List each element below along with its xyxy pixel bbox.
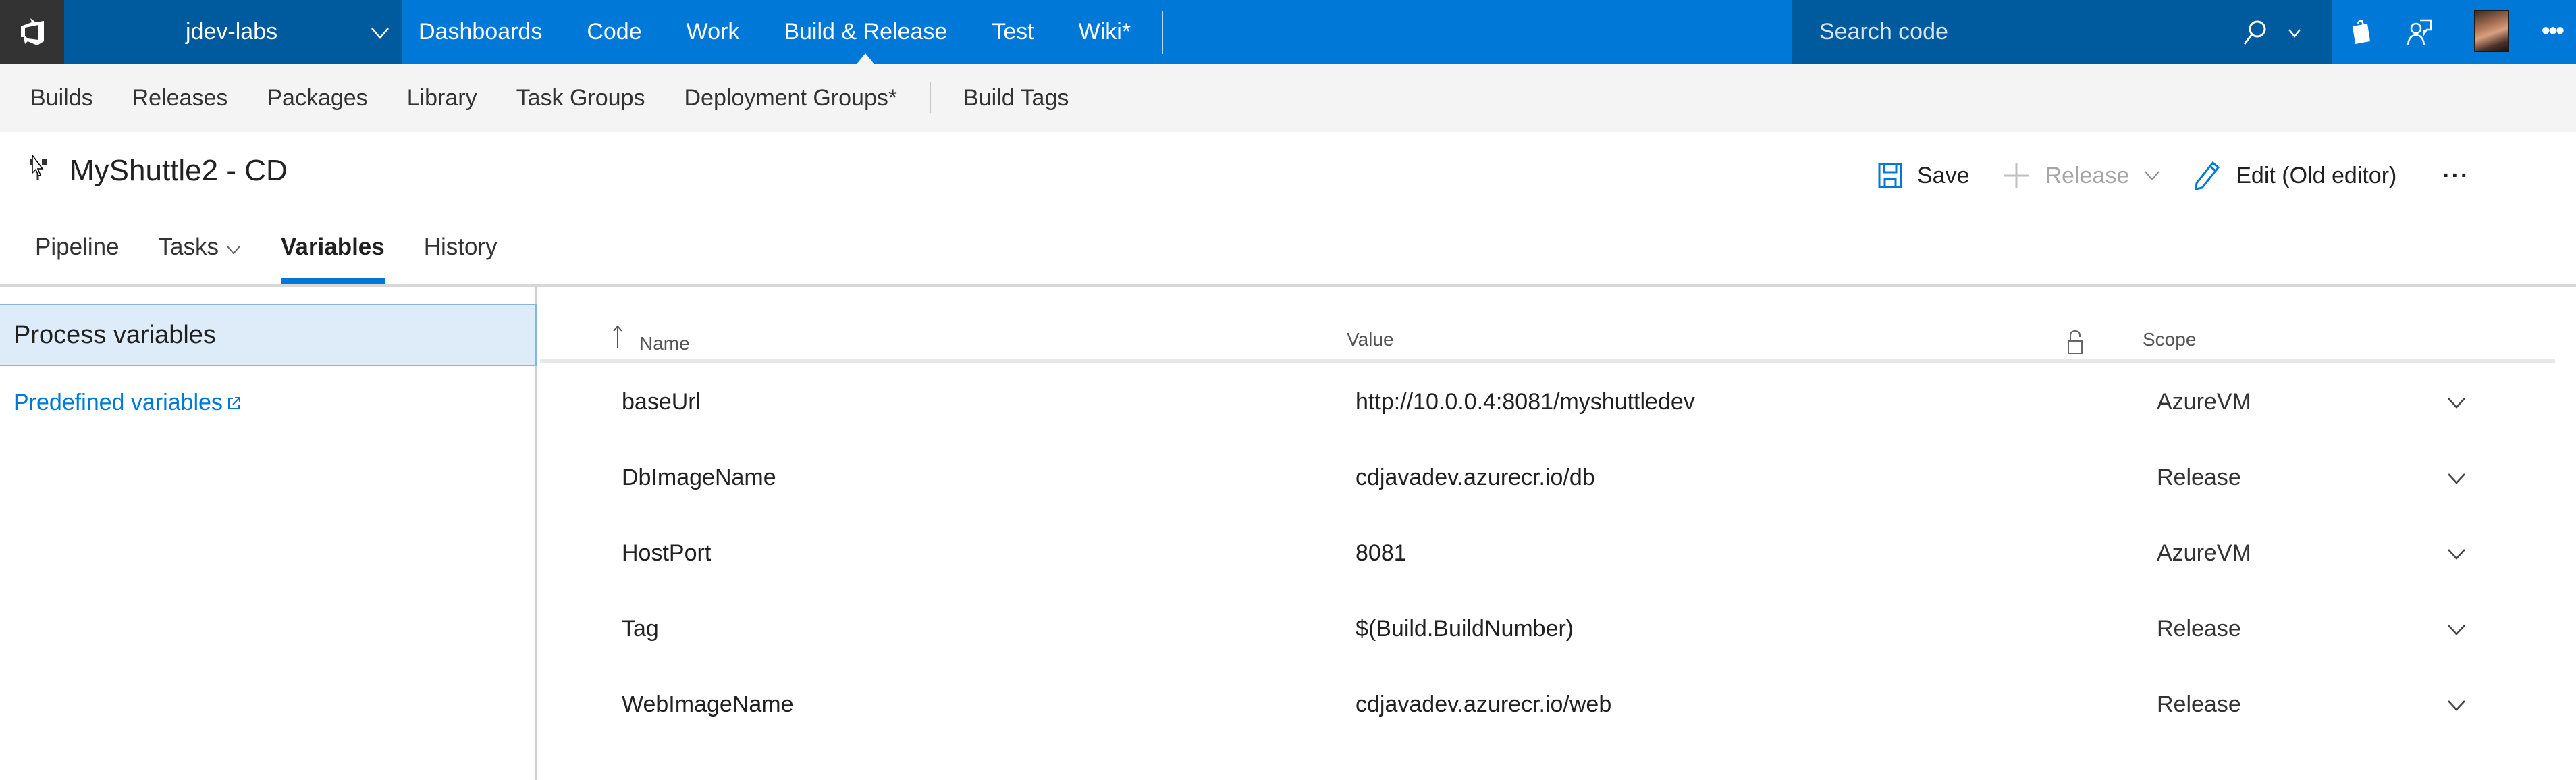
hub-divider [1162,10,1164,54]
table-row[interactable]: Tag $(Build.BuildNumber) Release [540,591,2555,667]
tab-pipeline[interactable]: Pipeline [35,230,119,284]
subnav-build-tags[interactable]: Build Tags [963,85,1069,111]
search-scope-chevron-icon[interactable] [2285,23,2304,42]
vsts-logo[interactable] [0,0,64,64]
tab-label: Pipeline [35,234,119,260]
subnav-deployment-groups[interactable]: Deployment Groups* [684,85,897,111]
variable-value[interactable]: cdjavadev.azurecr.io/web [1356,667,1611,742]
variable-value[interactable]: 8081 [1356,515,1407,591]
variables-left-panel: Process variables Predefined variables [0,287,537,780]
more-icon[interactable]: ••• [2542,16,2565,45]
chevron-down-icon[interactable] [2445,618,2468,641]
sub-navigation-bar: Builds Releases Packages Library Task Gr… [0,64,2576,132]
subnav-task-groups[interactable]: Task Groups [516,85,645,111]
chevron-down-icon[interactable] [2445,391,2468,414]
column-header-value[interactable]: Value [1347,319,1394,360]
chevron-down-icon [227,246,240,255]
chevron-down-icon [2145,171,2160,181]
variable-value[interactable]: http://10.0.0.4:8081/myshuttledev [1356,364,1695,440]
hub-code[interactable]: Code [587,0,641,64]
table-row[interactable]: HostPort 8081 AzureVM [540,515,2555,591]
chevron-down-icon[interactable] [2445,467,2468,490]
variable-value[interactable]: cdjavadev.azurecr.io/db [1356,440,1595,515]
marketplace-bag-icon [2353,20,2370,44]
chevron-down-icon[interactable] [2445,694,2468,717]
table-header: Name Value Scope [540,319,2555,363]
subnav-packages[interactable]: Packages [267,85,367,111]
header-toolbar: Save Release Edit (Old editor) ··· [1878,157,2469,194]
variable-scope[interactable]: AzureVM [2157,364,2251,440]
release-pipeline-icon [30,155,47,180]
chevron-down-icon[interactable] [2445,542,2468,565]
table-row[interactable]: WebImageName cdjavadev.azurecr.io/web Re… [540,667,2555,742]
variable-scope[interactable]: Release [2157,667,2241,742]
search-icon[interactable] [2241,19,2268,46]
column-header-scope[interactable]: Scope [2143,319,2196,360]
feedback-button[interactable] [2405,16,2436,47]
tab-tasks[interactable]: Tasks [159,230,242,284]
edit-old-editor-button[interactable]: Edit (Old editor) [2194,161,2396,190]
top-navigation-bar: jdev-labs Dashboards Code Work Build & R… [0,0,2576,64]
variable-name[interactable]: DbImageName [622,440,776,515]
hub-navigation: Dashboards Code Work Build & Release Tes… [419,0,1164,64]
vsts-logo-icon [20,18,44,45]
account-name: jdev-labs [186,19,278,45]
variable-name[interactable]: HostPort [622,515,711,591]
more-icon: ··· [2442,162,2470,188]
save-button[interactable]: Save [1878,163,1970,189]
editor-tabs: Pipeline Tasks Variables History [35,230,537,284]
variable-name[interactable]: Tag [622,591,659,667]
variable-scope[interactable]: Release [2157,591,2241,667]
hub-wiki[interactable]: Wiki* [1079,0,1131,64]
search-input[interactable] [1819,0,2224,64]
search-box [1792,0,2332,64]
variable-name[interactable]: WebImageName [622,667,794,742]
subnav-library[interactable]: Library [407,85,477,111]
tab-label: Tasks [158,234,219,260]
tab-label: Variables [281,234,385,260]
tab-variables[interactable]: Variables [281,230,385,284]
variable-scope[interactable]: AzureVM [2157,515,2251,591]
hub-test[interactable]: Test [992,0,1034,64]
subnav-divider [930,82,932,113]
more-actions-button[interactable]: ··· [2442,163,2469,189]
subnav-releases[interactable]: Releases [132,85,228,111]
variable-value[interactable]: $(Build.BuildNumber) [1356,591,1574,667]
tab-history[interactable]: History [424,230,498,284]
feedback-person-icon [2407,19,2432,45]
hub-dashboards[interactable]: Dashboards [419,0,542,64]
pencil-icon [2195,161,2220,190]
table-row[interactable]: baseUrl http://10.0.0.4:8081/myshuttlede… [540,364,2555,440]
variable-scope[interactable]: Release [2157,440,2241,515]
tab-label: History [423,234,498,260]
hub-work[interactable]: Work [687,0,740,64]
predefined-variables-label: Predefined variables [14,390,223,415]
hub-build-and-release[interactable]: Build & Release [784,0,947,64]
account-selector[interactable]: jdev-labs [64,0,402,64]
sort-ascending-icon [613,325,622,348]
save-icon [1878,163,1902,188]
edit-label: Edit (Old editor) [2236,162,2397,188]
avatar[interactable] [2474,10,2509,52]
external-link-icon [227,396,240,409]
plus-icon [2003,163,2029,188]
process-variables-item[interactable]: Process variables [0,304,537,366]
chevron-down-icon [371,28,389,39]
table-row[interactable]: DbImageName cdjavadev.azurecr.io/db Rele… [540,440,2555,515]
save-label: Save [1917,162,1970,188]
variable-name[interactable]: baseUrl [622,364,701,440]
lock-icon [2068,330,2083,354]
page-title: MyShuttle2 - CD [70,154,288,187]
predefined-variables-link[interactable]: Predefined variables [14,390,242,416]
marketplace-button[interactable] [2346,16,2377,47]
subnav-builds[interactable]: Builds [30,85,93,111]
column-header-name[interactable]: Name [639,323,690,364]
release-label: Release [2045,162,2130,188]
release-button[interactable]: Release [2002,161,2162,190]
